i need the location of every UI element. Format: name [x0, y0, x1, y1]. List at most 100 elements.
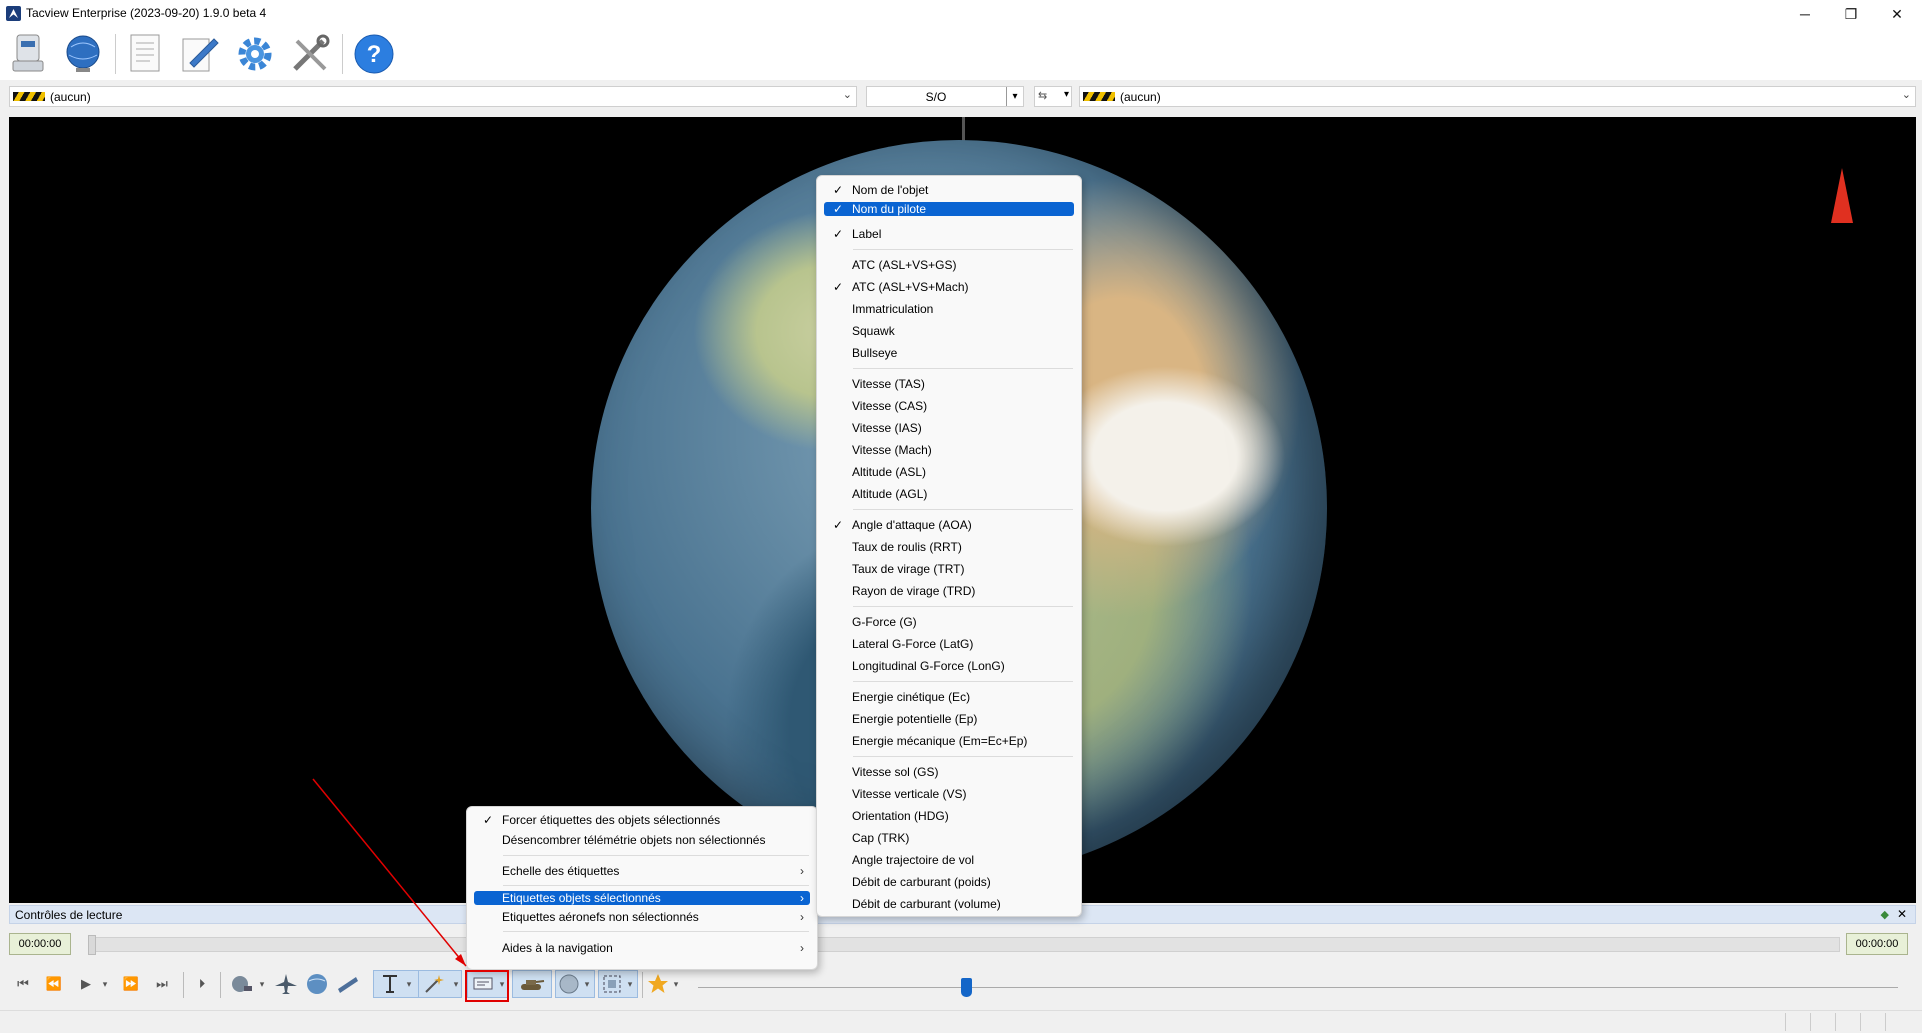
object-selector-row: (aucun) ⌄ S/O ▾ ⇆ ▾ (aucun) ⌄ [0, 82, 1922, 112]
menu-item-selected-object-labels[interactable]: Etiquettes objets sélectionnés › [474, 891, 810, 905]
submenu-item[interactable]: ATC (ASL+VS+GS) [824, 255, 1074, 275]
submenu-item-label: Energie potentielle (Ep) [852, 712, 978, 726]
submenu-item-label: Squawk [852, 324, 895, 338]
submenu-item[interactable]: Vitesse (IAS) [824, 418, 1074, 438]
checkmark-icon: ✓ [833, 227, 844, 241]
menu-separator [853, 756, 1073, 757]
menu-item-declutter-telemetry[interactable]: Désencombrer télémétrie objets non sélec… [474, 830, 810, 850]
fast-backward-icon[interactable]: ⏪ [43, 972, 65, 996]
relation-dropdown-icon[interactable]: ▾ [1006, 87, 1023, 106]
submenu-item[interactable]: Energie mécanique (Em=Ec+Ep) [824, 731, 1074, 751]
swap-objects-button[interactable]: ⇆ ▾ [1034, 86, 1072, 107]
close-button[interactable]: ✕ [1874, 0, 1920, 28]
submenu-item[interactable]: Vitesse (CAS) [824, 396, 1074, 416]
submenu-item[interactable]: Altitude (AGL) [824, 484, 1074, 504]
submenu-item[interactable]: Débit de carburant (poids) [824, 872, 1074, 892]
text-label-icon[interactable] [378, 972, 402, 996]
aircraft-icon[interactable] [272, 972, 300, 996]
secondary-object-combo[interactable]: (aucun) ⌄ [1079, 86, 1916, 107]
panel-close-icon[interactable]: ✕ [1897, 907, 1907, 921]
tank-icon[interactable] [515, 972, 547, 996]
submenu-item[interactable]: Taux de virage (TRT) [824, 559, 1074, 579]
pin-icon[interactable]: ◆ [1881, 908, 1889, 921]
sphere-dropdown-icon[interactable]: ▾ [581, 972, 593, 996]
frame-dropdown-icon[interactable]: ▾ [624, 972, 636, 996]
submenu-item-label: Taux de roulis (RRT) [852, 540, 962, 554]
tools-icon[interactable] [288, 32, 332, 76]
text-label-dropdown-icon[interactable]: ▾ [403, 972, 415, 996]
submenu-item-label: Orientation (HDG) [852, 809, 949, 823]
primary-object-value: (aucun) [50, 90, 91, 104]
submenu-item[interactable]: ✓ Label [824, 224, 1074, 244]
bookmark-dropdown-icon[interactable]: ▾ [670, 972, 682, 996]
submenu-item[interactable]: Bullseye [824, 343, 1074, 363]
fast-forward-icon[interactable]: ⏩ [120, 972, 142, 996]
end-time-field[interactable]: 00:00:00 [1846, 933, 1908, 955]
submenu-item[interactable]: Orientation (HDG) [824, 806, 1074, 826]
submenu-item[interactable]: Altitude (ASL) [824, 462, 1074, 482]
submenu-arrow-icon: › [800, 864, 804, 878]
star-bookmark-icon[interactable] [646, 972, 670, 996]
marker-dropdown-icon[interactable]: ▾ [450, 972, 462, 996]
playback-speed-slider[interactable] [961, 978, 972, 997]
skip-to-end-icon[interactable]: ⏭ [151, 972, 173, 996]
edit-icon[interactable] [178, 32, 222, 76]
menu-item-navigation-aids[interactable]: Aides à la navigation › [474, 938, 810, 958]
submenu-item[interactable]: ✓ Angle d'attaque (AOA) [824, 515, 1074, 535]
playback-speed-track[interactable] [698, 987, 1898, 988]
recorder-icon[interactable] [6, 32, 50, 76]
menu-item-force-labels[interactable]: ✓ Forcer étiquettes des objets sélectionn… [474, 810, 810, 830]
submenu-item[interactable]: Vitesse sol (GS) [824, 762, 1074, 782]
skip-to-start-icon[interactable]: ⏮ [12, 972, 34, 996]
globe-view-icon[interactable] [303, 972, 331, 996]
camera-view-icon[interactable] [228, 972, 256, 996]
submenu-item[interactable]: Vitesse (TAS) [824, 374, 1074, 394]
submenu-item-label: Débit de carburant (volume) [852, 897, 1001, 911]
submenu-item[interactable]: G-Force (G) [824, 612, 1074, 632]
timeline-handle[interactable] [88, 935, 96, 955]
menu-separator [853, 368, 1073, 369]
sphere-icon[interactable] [557, 972, 581, 996]
submenu-item[interactable]: Lateral G-Force (LatG) [824, 634, 1074, 654]
submenu-item[interactable]: Taux de roulis (RRT) [824, 537, 1074, 557]
primary-object-combo[interactable]: (aucun) ⌄ [9, 86, 857, 107]
submenu-item[interactable]: Vitesse verticale (VS) [824, 784, 1074, 804]
timeline-track[interactable] [88, 937, 1840, 952]
settings-icon[interactable] [233, 32, 277, 76]
play-speed-dropdown-icon[interactable]: ▾ [99, 972, 111, 996]
submenu-arrow-icon: › [800, 910, 804, 924]
submenu-item-label: Vitesse (TAS) [852, 377, 925, 391]
camera-dropdown-icon[interactable]: ▾ [256, 972, 268, 996]
submenu-item[interactable]: Cap (TRK) [824, 828, 1074, 848]
telescope-icon[interactable] [334, 972, 362, 996]
submenu-item[interactable]: Energie potentielle (Ep) [824, 709, 1074, 729]
play-icon[interactable]: ▶ [75, 972, 97, 996]
submenu-item[interactable]: Débit de carburant (volume) [824, 894, 1074, 914]
submenu-item-label: G-Force (G) [852, 615, 917, 629]
submenu-item[interactable]: Longitudinal G-Force (LonG) [824, 656, 1074, 676]
submenu-item[interactable]: ✓ Nom de l'objet [824, 180, 1074, 200]
menu-item-label-scale[interactable]: Echelle des étiquettes › [474, 861, 810, 881]
relation-combo[interactable]: S/O ▾ [866, 86, 1024, 107]
submenu-item[interactable]: Vitesse (Mach) [824, 440, 1074, 460]
submenu-item[interactable]: Immatriculation [824, 299, 1074, 319]
submenu-item-label: Altitude (AGL) [852, 487, 928, 501]
magic-wand-icon[interactable] [422, 972, 446, 996]
document-icon[interactable] [123, 32, 167, 76]
help-icon[interactable]: ? [352, 32, 396, 76]
restore-button[interactable]: ❐ [1828, 0, 1874, 28]
step-frame-icon[interactable]: ⏵ [191, 972, 213, 996]
frame-select-icon[interactable] [600, 972, 624, 996]
submenu-item[interactable]: Squawk [824, 321, 1074, 341]
submenu-item[interactable]: Rayon de virage (TRD) [824, 581, 1074, 601]
menu-item-unselected-aircraft-labels[interactable]: Etiquettes aéronefs non sélectionnés › [474, 907, 810, 927]
submenu-item[interactable]: Energie cinétique (Ec) [824, 687, 1074, 707]
minimize-button[interactable]: ─ [1782, 0, 1828, 28]
globe-network-icon[interactable] [61, 32, 105, 76]
submenu-item-label: Vitesse verticale (VS) [852, 787, 967, 801]
checkmark-icon: ✓ [483, 813, 494, 827]
submenu-item[interactable]: ✓ Nom du pilote [824, 202, 1074, 216]
start-time-field[interactable]: 00:00:00 [9, 933, 71, 955]
submenu-item[interactable]: Angle trajectoire de vol [824, 850, 1074, 870]
submenu-item[interactable]: ✓ ATC (ASL+VS+Mach) [824, 277, 1074, 297]
